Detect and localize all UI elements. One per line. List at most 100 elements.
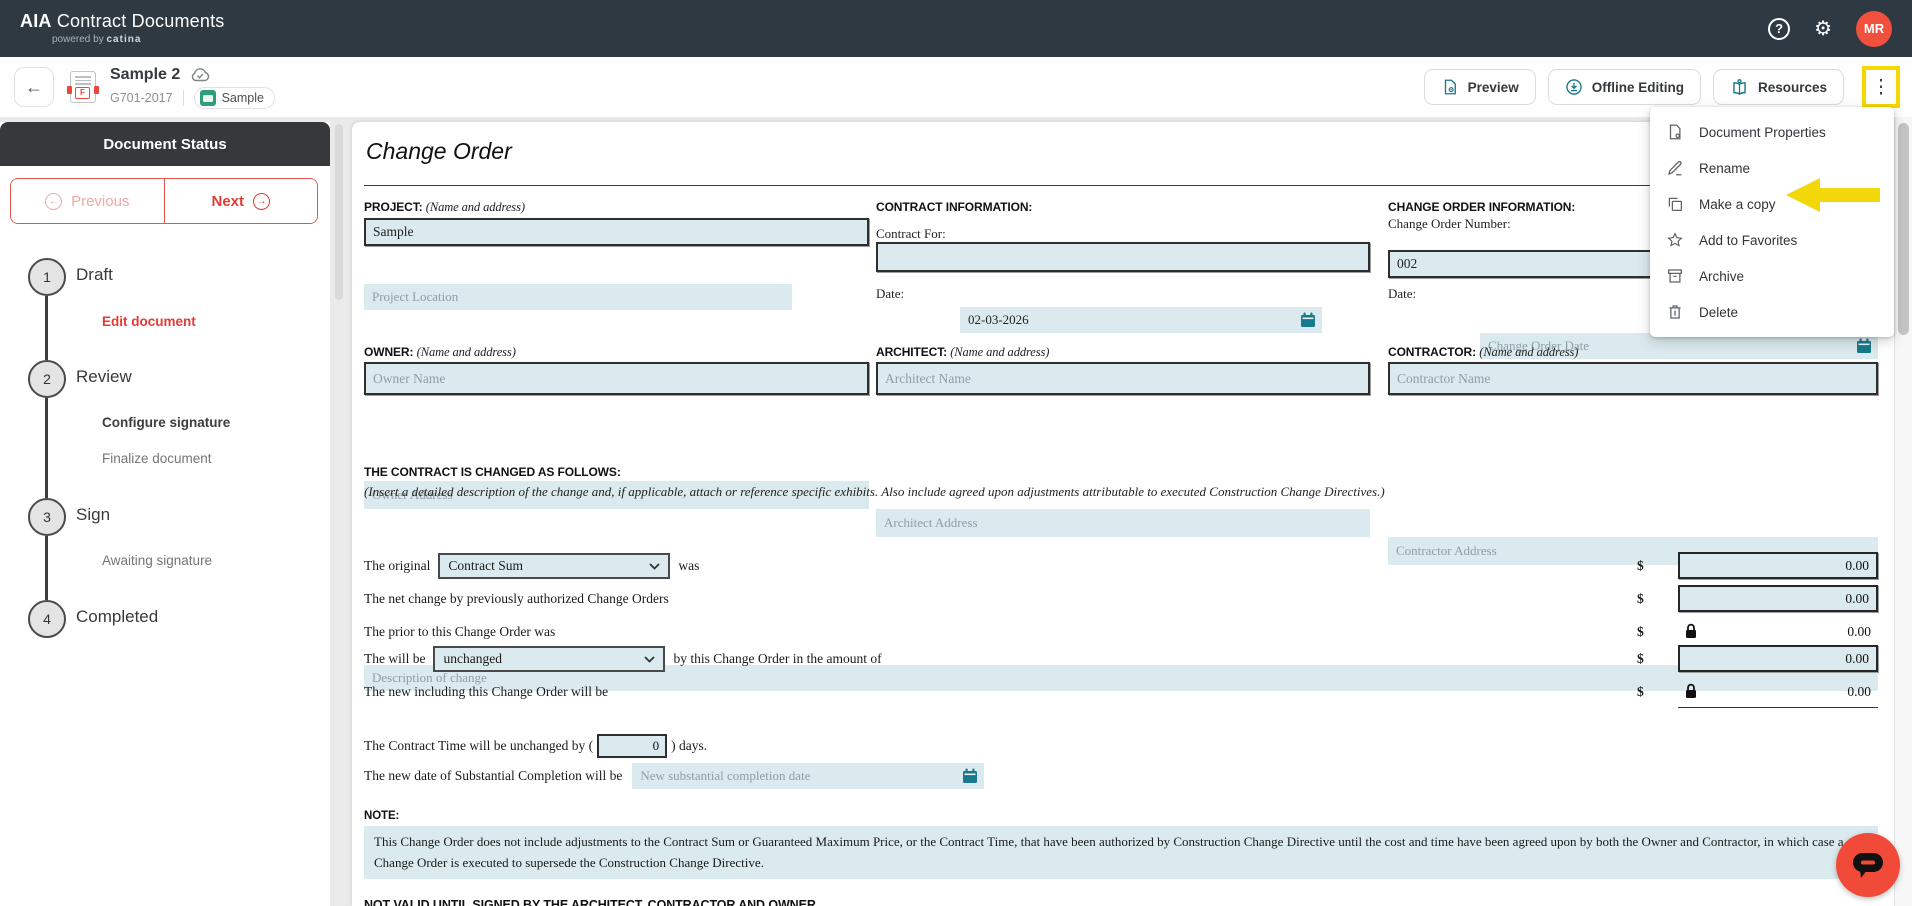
back-button[interactable]: ← bbox=[14, 67, 54, 107]
document-status-panel: Document Status ← Previous Next → 1 Draf… bbox=[0, 122, 330, 906]
document-code: G701-2017 bbox=[110, 91, 173, 105]
architect-address-placeholder: Architect Address bbox=[884, 515, 978, 531]
architect-address-field[interactable]: Architect Address bbox=[876, 509, 1370, 537]
project-location-field[interactable]: Project Location bbox=[364, 284, 792, 310]
substep-finalize-document[interactable]: Finalize document bbox=[102, 451, 212, 466]
owner-name-placeholder: Owner Name bbox=[373, 371, 445, 387]
currency-symbol: $ bbox=[1637, 678, 1644, 706]
calendar-icon[interactable] bbox=[962, 768, 978, 784]
copy-icon bbox=[1666, 195, 1684, 213]
contract-for-label: Contract For: bbox=[876, 226, 1370, 242]
avatar[interactable]: MR bbox=[1856, 11, 1892, 47]
amount-row-original: The original Contract Sum was $ 0.00 bbox=[364, 552, 1878, 580]
step-circle-completed: 4 bbox=[28, 600, 66, 638]
offline-editing-button[interactable]: Offline Editing bbox=[1548, 69, 1701, 105]
menu-label: Rename bbox=[1699, 161, 1750, 176]
sidebar-scrollbar[interactable] bbox=[335, 124, 343, 300]
substep-configure-signature[interactable]: Configure signature bbox=[102, 415, 230, 430]
row-text: The net change by previously authorized … bbox=[364, 591, 669, 607]
step-connector bbox=[45, 398, 48, 498]
not-valid-text: NOT VALID UNTIL SIGNED BY THE ARCHITECT,… bbox=[364, 898, 819, 906]
note-text: This Change Order does not include adjus… bbox=[364, 826, 1878, 879]
download-circle-icon bbox=[1565, 78, 1583, 96]
previous-button[interactable]: ← Previous bbox=[11, 179, 165, 223]
contractor-label: CONTRACTOR: (Name and address) bbox=[1388, 345, 1878, 360]
amount-row-will-be: The will be unchanged by this Change Ord… bbox=[364, 645, 1878, 673]
app-logo: AIA Contract Documents powered by catina bbox=[20, 12, 224, 45]
step-circle-draft: 1 bbox=[28, 258, 66, 296]
row-text: was bbox=[678, 558, 699, 574]
powered-prefix: powered by bbox=[52, 34, 104, 45]
next-button[interactable]: Next → bbox=[165, 179, 318, 223]
contract-date-field[interactable]: 02-03-2026 bbox=[960, 307, 1322, 333]
contractor-name-field[interactable]: Contractor Name bbox=[1388, 362, 1878, 395]
help-icon[interactable]: ? bbox=[1768, 18, 1790, 40]
menu-item-add-to-favorites[interactable]: Add to Favorites bbox=[1650, 222, 1894, 258]
menu-item-document-properties[interactable]: Document Properties bbox=[1650, 114, 1894, 150]
original-sum-field[interactable]: 0.00 bbox=[1678, 552, 1878, 579]
resources-button[interactable]: Resources bbox=[1713, 69, 1844, 105]
contract-time-text-end: ) days. bbox=[671, 738, 707, 754]
preview-doc-eye-icon bbox=[1441, 78, 1459, 96]
rename-icon bbox=[1666, 159, 1684, 177]
contract-sum-select[interactable]: Contract Sum bbox=[438, 553, 670, 579]
calendar-icon[interactable] bbox=[1300, 312, 1316, 328]
substep-awaiting-signature[interactable]: Awaiting signature bbox=[102, 553, 212, 568]
completion-placeholder: New substantial completion date bbox=[640, 768, 810, 784]
prior-sum-value: 0.00 bbox=[1678, 618, 1878, 645]
star-icon bbox=[1666, 231, 1684, 249]
architect-name-field[interactable]: Architect Name bbox=[876, 362, 1370, 395]
step-circle-sign: 3 bbox=[28, 498, 66, 536]
owner-name-field[interactable]: Owner Name bbox=[364, 362, 869, 395]
new-total-value: 0.00 bbox=[1678, 678, 1878, 705]
gear-icon[interactable]: ⚙ bbox=[1814, 19, 1832, 39]
menu-label: Make a copy bbox=[1699, 197, 1776, 212]
contract-info-label: CONTRACT INFORMATION: bbox=[876, 200, 1370, 214]
more-options-menu: Document Properties Rename Make a copy A… bbox=[1650, 107, 1894, 337]
change-amount-field[interactable]: 0.00 bbox=[1678, 645, 1878, 672]
unchanged-select[interactable]: unchanged bbox=[433, 646, 665, 672]
preview-label: Preview bbox=[1468, 80, 1519, 95]
row-text: The original bbox=[364, 558, 430, 574]
chevron-down-icon bbox=[644, 656, 655, 663]
step-connector bbox=[45, 536, 48, 600]
preview-button[interactable]: Preview bbox=[1424, 69, 1536, 105]
document-status-header: Document Status bbox=[0, 122, 330, 166]
chevron-down-icon bbox=[649, 563, 660, 570]
net-change-field[interactable]: 0.00 bbox=[1678, 585, 1878, 612]
currency-symbol: $ bbox=[1637, 585, 1644, 613]
page-scrollbar-thumb[interactable] bbox=[1898, 123, 1909, 335]
architect-label-text: ARCHITECT: bbox=[876, 345, 947, 359]
brand-rest: Contract Documents bbox=[57, 11, 225, 31]
next-label: Next bbox=[211, 193, 244, 210]
more-options-button[interactable]: ⋮ bbox=[1872, 78, 1891, 97]
folder-tag-icon bbox=[200, 90, 216, 106]
project-location-placeholder: Project Location bbox=[372, 289, 458, 305]
row-text: The prior to this Change Order was bbox=[364, 624, 555, 640]
days-field[interactable]: 0 bbox=[597, 734, 667, 758]
menu-item-delete[interactable]: Delete bbox=[1650, 294, 1894, 330]
architect-hint: (Name and address) bbox=[950, 345, 1049, 359]
project-name-field[interactable]: Sample bbox=[364, 218, 869, 246]
chat-widget-button[interactable] bbox=[1836, 833, 1900, 897]
total-underline bbox=[1678, 707, 1878, 708]
step-label-draft: Draft bbox=[76, 265, 113, 285]
row-text: The will be bbox=[364, 651, 425, 667]
completion-date-field[interactable]: New substantial completion date bbox=[632, 763, 984, 789]
architect-label: ARCHITECT: (Name and address) bbox=[876, 345, 1370, 360]
sample-tag[interactable]: Sample bbox=[194, 87, 275, 109]
page-scrollbar bbox=[1894, 117, 1912, 906]
menu-label: Archive bbox=[1699, 269, 1744, 284]
more-menu-highlight: ⋮ bbox=[1862, 66, 1900, 108]
contract-for-field[interactable] bbox=[876, 242, 1370, 272]
previous-label: Previous bbox=[71, 193, 129, 210]
substep-edit-document[interactable]: Edit document bbox=[102, 314, 196, 329]
amount-row-new-total: The new including this Change Order will… bbox=[364, 678, 1878, 706]
menu-item-archive[interactable]: Archive bbox=[1650, 258, 1894, 294]
owner-label-text: OWNER: bbox=[364, 345, 413, 359]
select-value: unchanged bbox=[443, 651, 501, 667]
project-hint: (Name and address) bbox=[426, 200, 525, 214]
substantial-completion-row: The new date of Substantial Completion w… bbox=[364, 763, 984, 789]
brand-powered-by: powered by catina bbox=[52, 34, 224, 45]
completion-label: The new date of Substantial Completion w… bbox=[364, 768, 622, 784]
